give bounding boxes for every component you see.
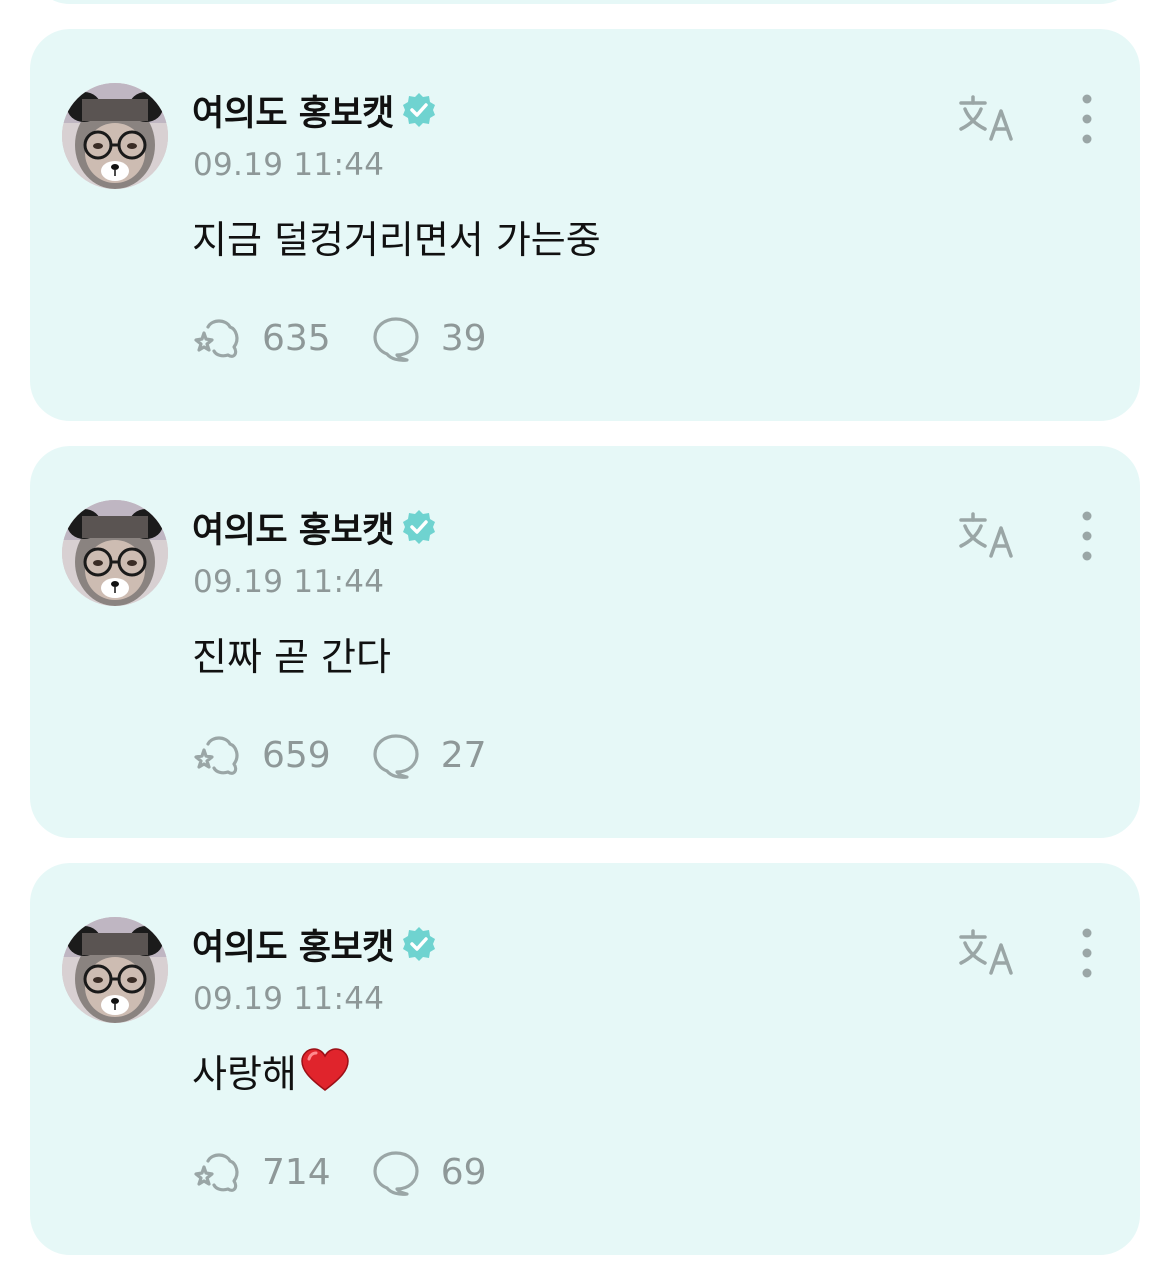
post-text: 진짜 곧 간다 xyxy=(192,626,391,680)
post-card[interactable]: 여의도 홍보캣 09.19 11:44 진짜 곧 간다 659 27 xyxy=(30,446,1140,838)
feed: 여의도 홍보캣 09.19 11:44 지금 덜컹거리면서 가는중 635 39… xyxy=(0,0,1169,1282)
comment-button[interactable]: 27 xyxy=(369,730,487,780)
avatar-image xyxy=(62,83,168,189)
post-text: 사랑해 xyxy=(192,1043,351,1097)
comment-count: 39 xyxy=(440,317,487,359)
post-actions: 659 27 xyxy=(192,730,487,780)
like-count: 659 xyxy=(262,734,331,776)
comment-count: 69 xyxy=(440,1151,487,1193)
post-text: 지금 덜컹거리면서 가는중 xyxy=(192,209,601,263)
author-name[interactable]: 여의도 홍보캣 xyxy=(192,85,394,136)
sparkle-heart-icon xyxy=(192,730,246,780)
more-vertical-icon[interactable] xyxy=(1070,91,1104,147)
like-count: 635 xyxy=(262,317,331,359)
comment-bubble-icon xyxy=(369,313,423,363)
comment-button[interactable]: 39 xyxy=(369,313,487,363)
like-button[interactable]: 714 xyxy=(192,1147,331,1197)
verified-badge-icon xyxy=(400,508,438,546)
post-actions: 635 39 xyxy=(192,313,487,363)
red-heart-emoji-icon xyxy=(299,1046,351,1094)
post-timestamp: 09.19 11:44 xyxy=(193,147,385,183)
avatar[interactable] xyxy=(62,83,168,189)
previous-post-card-edge xyxy=(30,0,1140,4)
verified-badge-icon xyxy=(400,91,438,129)
avatar[interactable] xyxy=(62,500,168,606)
post-text-content: 진짜 곧 간다 xyxy=(192,634,391,679)
post-card[interactable]: 여의도 홍보캣 09.19 11:44 사랑해 714 69 xyxy=(30,863,1140,1255)
avatar-image xyxy=(62,917,168,1023)
verified-badge-icon xyxy=(400,925,438,963)
post-timestamp: 09.19 11:44 xyxy=(193,564,385,600)
author-row: 여의도 홍보캣 xyxy=(192,502,438,553)
avatar[interactable] xyxy=(62,917,168,1023)
more-vertical-icon[interactable] xyxy=(1070,925,1104,981)
translate-icon[interactable] xyxy=(955,91,1019,147)
like-button[interactable]: 635 xyxy=(192,313,331,363)
comment-bubble-icon xyxy=(369,1147,423,1197)
comment-button[interactable]: 69 xyxy=(369,1147,487,1197)
sparkle-heart-icon xyxy=(192,1147,246,1197)
translate-icon[interactable] xyxy=(955,925,1019,981)
author-row: 여의도 홍보캣 xyxy=(192,919,438,970)
author-name[interactable]: 여의도 홍보캣 xyxy=(192,502,394,553)
post-text-content: 지금 덜컹거리면서 가는중 xyxy=(192,217,601,262)
post-timestamp: 09.19 11:44 xyxy=(193,981,385,1017)
like-count: 714 xyxy=(262,1151,331,1193)
post-text-content: 사랑해 xyxy=(192,1051,297,1096)
comment-count: 27 xyxy=(440,734,487,776)
author-row: 여의도 홍보캣 xyxy=(192,85,438,136)
sparkle-heart-icon xyxy=(192,313,246,363)
translate-icon[interactable] xyxy=(955,508,1019,564)
post-card[interactable]: 여의도 홍보캣 09.19 11:44 지금 덜컹거리면서 가는중 635 39 xyxy=(30,29,1140,421)
author-name[interactable]: 여의도 홍보캣 xyxy=(192,919,394,970)
like-button[interactable]: 659 xyxy=(192,730,331,780)
comment-bubble-icon xyxy=(369,730,423,780)
post-actions: 714 69 xyxy=(192,1147,487,1197)
avatar-image xyxy=(62,500,168,606)
more-vertical-icon[interactable] xyxy=(1070,508,1104,564)
